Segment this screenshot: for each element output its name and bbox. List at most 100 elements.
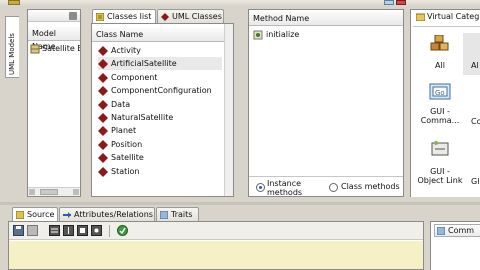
scroll-thumb[interactable]	[40, 189, 58, 195]
tab-uml-classes[interactable]: UML Classes	[157, 9, 224, 23]
gui-object-link-icon	[431, 141, 449, 156]
attributes-icon	[63, 212, 71, 218]
tab-label: Source	[27, 210, 55, 219]
class-name: Activity	[111, 46, 141, 55]
scroll-right-arrow[interactable]	[73, 189, 79, 195]
class-icon	[98, 153, 108, 164]
method-type-radio-bar: Instance methods Class methods	[249, 176, 403, 197]
tile-gui-command[interactable]: Go GUI - Comma...	[417, 81, 463, 131]
revert-icon[interactable]	[27, 225, 38, 236]
tab-label: Traits	[171, 210, 193, 219]
instance-methods-radio[interactable]	[256, 183, 265, 192]
comm-icon	[437, 227, 445, 235]
class-name: ArtificialSatellite	[111, 59, 177, 69]
models-panel-titlebar	[28, 10, 80, 22]
method-row[interactable]: initialize	[253, 29, 373, 41]
class-list-item[interactable]: Position	[98, 138, 222, 151]
virtual-categ-label: Virtual Categ	[427, 12, 480, 21]
class-list-item[interactable]: ComponentConfiguration	[98, 84, 222, 97]
virtual-categ-tab[interactable]: Virtual Categ	[413, 11, 480, 24]
tile-all[interactable]: All	[417, 33, 463, 75]
class-icon	[98, 113, 108, 123]
toolbar-icon[interactable]	[396, 0, 406, 5]
accept-icon[interactable]	[117, 225, 128, 236]
method-name: initialize	[266, 30, 300, 39]
class-name: Satellite	[111, 153, 144, 163]
scroll-left-arrow[interactable]	[29, 189, 35, 195]
models-hscroll[interactable]	[28, 187, 80, 196]
models-panel: Model Name Satellite E	[27, 9, 81, 197]
instance-methods-label: Instance methods	[267, 179, 303, 197]
model-name: Satellite E	[42, 44, 80, 53]
gui-command-icon: Go	[429, 83, 451, 100]
debug-icon[interactable]	[91, 225, 102, 236]
source-icon	[16, 211, 24, 219]
toolbar-divider	[109, 225, 110, 237]
chevron-menu-icon[interactable]	[69, 12, 77, 20]
class-name: NaturalSatellite	[111, 113, 174, 122]
class-list-item[interactable]: Activity	[98, 44, 222, 57]
class-name: Position	[111, 139, 143, 149]
class-list-item[interactable]: ArtificialSatellite	[98, 57, 222, 71]
comm-tab[interactable]: Comm	[434, 224, 480, 237]
class-list-item[interactable]: Satellite	[98, 151, 222, 164]
class-list-item[interactable]: Component	[98, 71, 222, 84]
source-editor[interactable]	[9, 241, 423, 269]
save-icon[interactable]	[13, 225, 24, 236]
svg-text:Go: Go	[435, 89, 445, 97]
tab-label: UML Classes	[172, 12, 222, 21]
class-icon	[98, 99, 108, 110]
model-row[interactable]: Satellite E	[30, 43, 80, 55]
tab-traits[interactable]: Traits	[156, 207, 199, 221]
class-list-item[interactable]: Planet	[98, 124, 222, 137]
tab-label: Attributes/Relations	[74, 210, 153, 219]
tab-source[interactable]: Source	[12, 207, 58, 221]
tile-all-partial[interactable]: Al	[463, 33, 480, 75]
class-name: Planet	[111, 126, 137, 136]
tile-gl-partial[interactable]: Gl	[467, 137, 480, 187]
methods-panel: Method Name initialize Instance methods …	[248, 9, 404, 197]
uml-models-side-tab[interactable]: UML Models	[5, 16, 19, 78]
top-toolbar-strip	[0, 0, 480, 6]
classes-vscroll[interactable]	[224, 24, 233, 196]
toolbar-icon[interactable]	[8, 0, 20, 5]
method-icon	[253, 30, 263, 40]
model-name-header[interactable]: Model Name	[28, 27, 80, 51]
tile-gui-object-link[interactable]: GUI - Object Link	[417, 137, 463, 187]
list-icon	[96, 13, 104, 21]
format-icon[interactable]	[49, 225, 60, 236]
tile-label: Al	[471, 61, 479, 70]
tile-command-partial[interactable]: Co	[467, 81, 480, 131]
class-name: Station	[111, 166, 140, 176]
tile-label: GUI - Comma...	[420, 107, 460, 125]
tiles-area: All Al Go GUI - Comma... Co GUI - Object…	[413, 26, 480, 196]
uml-class-icon	[161, 13, 169, 21]
all-categories-icon	[430, 35, 449, 51]
tile-label: All	[435, 61, 445, 70]
inspect-icon[interactable]	[77, 225, 88, 236]
class-icon	[98, 72, 108, 83]
tile-label: GUI - Object Link	[417, 167, 463, 185]
class-name: Data	[111, 99, 131, 109]
tab-attributes-relations[interactable]: Attributes/Relations	[59, 207, 155, 221]
tab-classes-list[interactable]: Classes list	[92, 9, 156, 23]
class-icon	[98, 139, 108, 150]
splitter[interactable]	[0, 202, 480, 205]
method-name-header[interactable]: Method Name	[249, 12, 403, 26]
folder-icon	[416, 13, 425, 21]
tile-label: Gl	[471, 177, 480, 186]
tab-label: Classes list	[107, 12, 152, 21]
class-name: Component	[111, 72, 158, 82]
class-methods-radio[interactable]	[329, 183, 338, 192]
class-name-header[interactable]: Class Name	[92, 28, 233, 42]
comm-panel: Comm	[430, 221, 480, 270]
model-icon	[30, 44, 40, 54]
class-list-item[interactable]: Data	[98, 98, 222, 111]
traits-icon	[160, 211, 168, 219]
browse-icon[interactable]	[63, 225, 74, 236]
class-list-item[interactable]: NaturalSatellite	[98, 111, 222, 124]
class-methods-label: Class methods	[341, 182, 400, 191]
side-tab-label: UML Models	[8, 33, 16, 75]
class-list-item[interactable]: Station	[98, 165, 222, 178]
toolbar-icon[interactable]	[384, 0, 394, 5]
